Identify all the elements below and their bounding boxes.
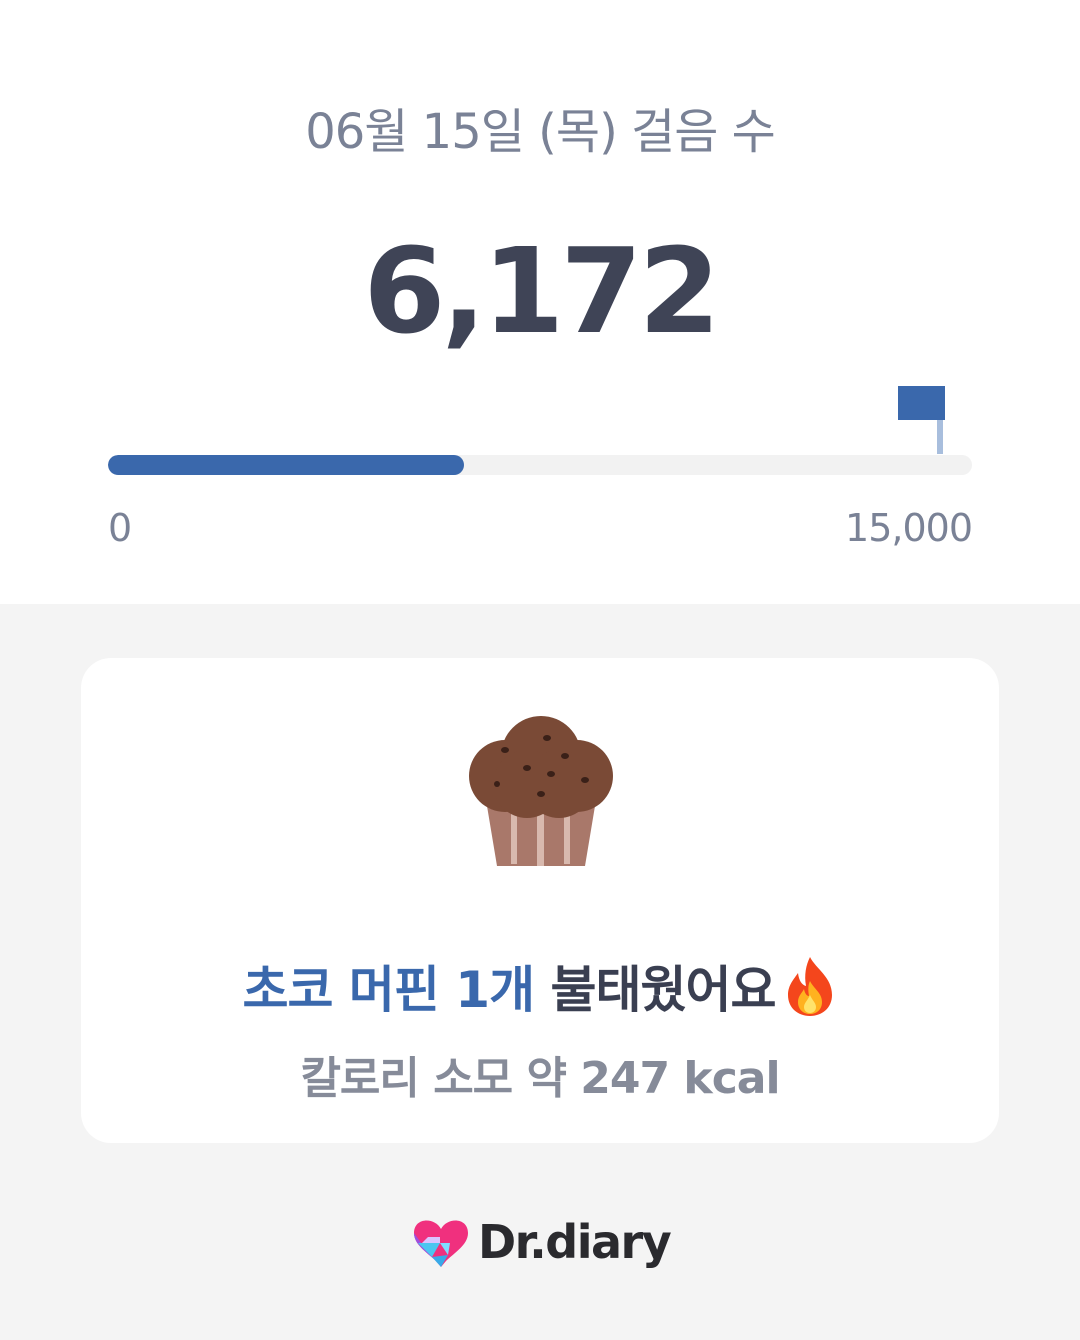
- fire-icon: [787, 957, 832, 1016]
- step-count: 6,172: [363, 222, 720, 360]
- burn-food-highlight: 초코 머핀 1개: [242, 961, 535, 1019]
- calorie-burn-card: 초코 머핀 1개 불태웠어요 칼로리 소모 약 247 kcal: [81, 658, 999, 1143]
- steps-summary-panel: 06월 15일 (목) 걸음 수 6,172 0 15,000: [0, 0, 1080, 604]
- progress-max-label: 15,000: [845, 506, 973, 550]
- chocolate-muffin-icon: [469, 716, 613, 866]
- progress-min-label: 0: [108, 506, 133, 550]
- calorie-burn-text: 칼로리 소모 약 247 kcal: [300, 1053, 780, 1104]
- burn-message: 초코 머핀 1개 불태웠어요: [81, 950, 999, 1022]
- heart-logo-icon: [414, 1220, 468, 1267]
- brand-logo: Dr.diary: [410, 1212, 672, 1272]
- goal-flag-icon: [898, 386, 945, 454]
- brand-name: Dr.diary: [478, 1215, 672, 1269]
- step-progress-fill: [108, 455, 464, 475]
- burn-message-rest: 불태웠어요: [534, 961, 777, 1019]
- step-progress-track: [108, 455, 972, 475]
- date-title: 06월 15일 (목) 걸음 수: [305, 104, 776, 160]
